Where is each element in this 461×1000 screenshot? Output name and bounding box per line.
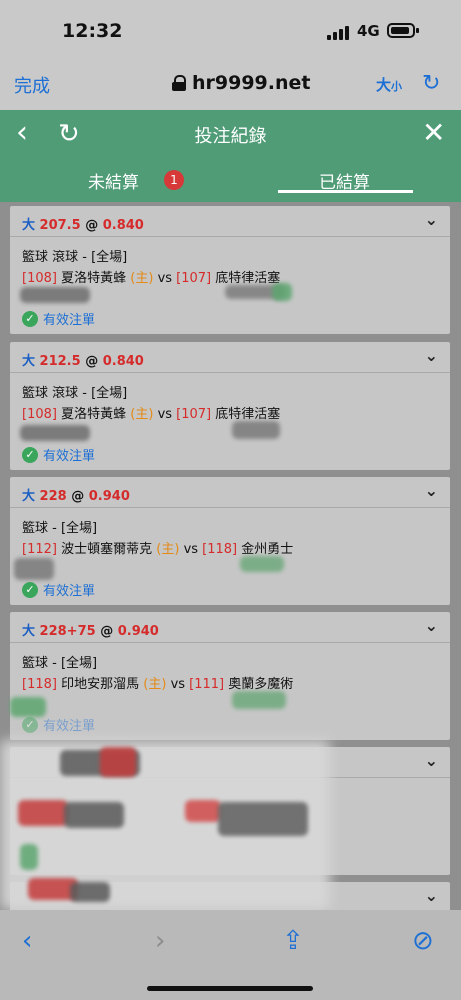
bet-match: [112] 波士頓塞爾蒂克 (主) vs [118] 金州勇士 (22, 542, 294, 557)
bet-direction: 大 (22, 218, 36, 233)
redacted-area (10, 697, 46, 717)
bet-card[interactable]: 大 228 @ 0.940 ⌄ 籃球 - [全場] [112] 波士頓塞爾蒂克 … (10, 477, 450, 605)
browser-bar: 完成 hr9999.net 大小 ↻ (0, 58, 461, 110)
bet-odds: 0.940 (88, 489, 130, 504)
check-icon: ✓ (22, 446, 38, 463)
active-tab-indicator (278, 190, 413, 193)
chevron-down-icon[interactable]: ⌄ (425, 616, 438, 635)
bet-card[interactable]: 大 228+75 @ 0.940 ⌄ 籃球 - [全場] [118] 印地安那溜… (10, 612, 450, 740)
lock-icon (172, 75, 186, 91)
bet-card[interactable]: 大 207.5 @ 0.840 ⌄ 籃球 滾球 - [全場] [108] 夏洛特… (10, 206, 450, 334)
bet-card-header[interactable]: 大 228 @ 0.940 ⌄ (10, 477, 450, 508)
redacted-area (232, 691, 286, 709)
bet-status: ✓ 有效注單 (22, 309, 95, 328)
bet-sport: 籃球 - [全場] (22, 656, 98, 671)
bet-sport: 籃球 滾球 - [全場] (22, 250, 128, 265)
check-icon: ✓ (22, 716, 38, 733)
redacted-area (20, 287, 90, 303)
forward-icon[interactable]: › (155, 926, 165, 956)
redacted-area (240, 556, 284, 572)
bet-status: ✓ 有效注單 (22, 580, 95, 599)
bet-status: ✓ 有效注單 (22, 715, 95, 734)
bet-direction: 大 (22, 624, 36, 639)
bet-at: @ (85, 218, 99, 233)
url-text: hr9999.net (192, 72, 311, 94)
bet-card-body: 籃球 - [全場] [112] 波士頓塞爾蒂克 (主) vs [118] 金州勇… (10, 508, 450, 604)
bet-direction: 大 (22, 354, 36, 369)
bet-at: @ (71, 489, 85, 504)
bet-list[interactable]: 大 207.5 @ 0.840 ⌄ 籃球 滾球 - [全場] [108] 夏洛特… (0, 202, 461, 910)
check-icon: ✓ (22, 581, 38, 598)
redacted-area (20, 844, 38, 870)
redacted-area (64, 802, 124, 828)
status-time: 12:32 (62, 20, 123, 42)
bet-line: 212.5 (39, 354, 81, 369)
redacted-area (14, 558, 54, 580)
bet-line: 228 (39, 489, 67, 504)
reload-icon[interactable]: ↻ (422, 71, 440, 96)
tab-unsettled[interactable]: 未結算 (88, 168, 139, 193)
bet-odds: 0.940 (117, 624, 159, 639)
address-bar[interactable]: hr9999.net (172, 72, 311, 94)
redacted-area (20, 425, 90, 441)
compass-icon[interactable]: ⊘ (412, 926, 434, 956)
redacted-area (70, 882, 110, 902)
chevron-down-icon[interactable]: ⌄ (425, 751, 438, 770)
chevron-down-icon[interactable]: ⌄ (425, 210, 438, 229)
bet-card-header[interactable]: 大 212.5 @ 0.840 ⌄ (10, 342, 450, 373)
status-bar: 12:32 4G (0, 0, 461, 58)
bet-odds: 0.840 (102, 218, 144, 233)
home-indicator (147, 986, 313, 991)
page-title: 投注紀錄 (194, 126, 267, 147)
bet-match: [118] 印地安那溜馬 (主) vs [111] 奧蘭多魔術 (22, 677, 294, 692)
text-size-button[interactable]: 大小 (376, 74, 402, 95)
check-icon: ✓ (22, 310, 38, 327)
bet-card-body: 籃球 - [全場] [118] 印地安那溜馬 (主) vs [111] 奧蘭多魔… (10, 643, 450, 739)
back-icon[interactable]: ‹ (22, 926, 32, 956)
bet-at: @ (85, 354, 99, 369)
network-label: 4G (357, 22, 380, 40)
bet-match: [108] 夏洛特黃蜂 (主) vs [107] 底特律活塞 (22, 271, 281, 286)
bet-line: 207.5 (39, 218, 81, 233)
signal-icon (327, 26, 349, 40)
chevron-down-icon[interactable]: ⌄ (425, 886, 438, 905)
bet-status: ✓ 有效注單 (22, 445, 95, 464)
bet-sport: 籃球 滾球 - [全場] (22, 386, 128, 401)
bet-at: @ (100, 624, 114, 639)
chevron-down-icon[interactable]: ⌄ (425, 346, 438, 365)
bet-sport: 籃球 - [全場] (22, 521, 98, 536)
bet-odds: 0.840 (102, 354, 144, 369)
battery-icon (387, 23, 419, 38)
bet-direction: 大 (22, 489, 36, 504)
redacted-area (218, 802, 308, 836)
tab-bar: 未結算 1 已結算 (0, 158, 461, 202)
redacted-area (185, 800, 221, 822)
bet-card[interactable]: 大 212.5 @ 0.840 ⌄ 籃球 滾球 - [全場] [108] 夏洛特… (10, 342, 450, 470)
redacted-area (18, 800, 68, 826)
bet-match: [108] 夏洛特黃蜂 (主) vs [107] 底特律活塞 (22, 407, 281, 422)
bet-card-header[interactable]: 大 207.5 @ 0.840 ⌄ (10, 206, 450, 237)
bet-card-body: 籃球 滾球 - [全場] [108] 夏洛特黃蜂 (主) vs [107] 底特… (10, 373, 450, 469)
bet-card-body: 籃球 滾球 - [全場] [108] 夏洛特黃蜂 (主) vs [107] 底特… (10, 237, 450, 333)
chevron-down-icon[interactable]: ⌄ (425, 481, 438, 500)
page-header: ‹ ↻ 投注紀錄 ✕ (0, 110, 461, 158)
redacted-area (232, 421, 280, 439)
share-icon[interactable]: ⇪ (282, 926, 304, 956)
close-icon[interactable]: ✕ (422, 116, 445, 150)
redacted-area (100, 747, 136, 777)
bet-card-header[interactable]: 大 228+75 @ 0.940 ⌄ (10, 612, 450, 643)
unsettled-count-badge: 1 (164, 170, 184, 190)
done-button[interactable]: 完成 (14, 72, 50, 98)
bet-line: 228+75 (39, 624, 96, 639)
redacted-area (272, 283, 292, 301)
browser-toolbar: ‹ › ⇪ ⊘ (0, 910, 461, 1000)
